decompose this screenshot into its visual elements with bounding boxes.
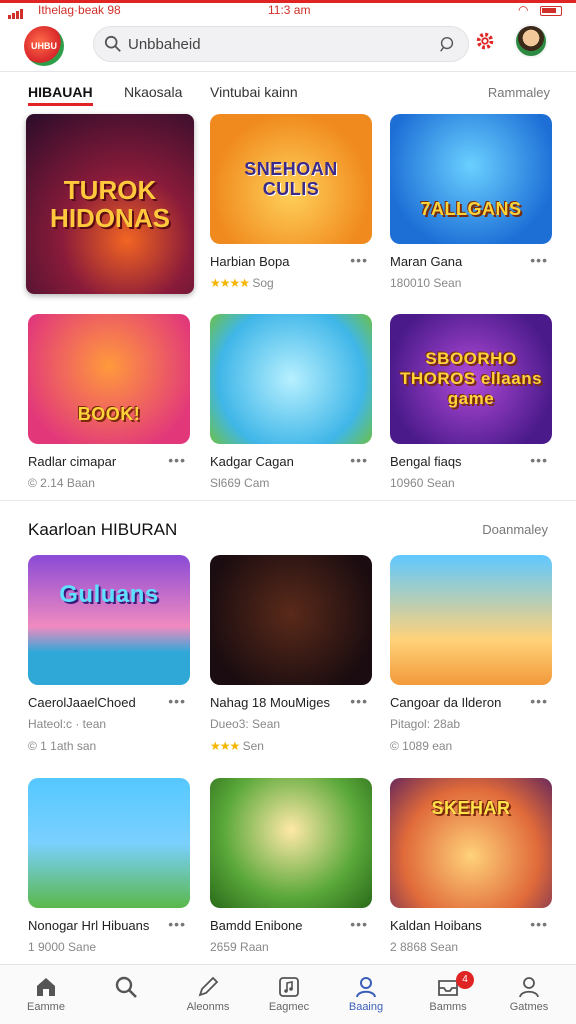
nav-eagmec[interactable]: Eagmec bbox=[249, 965, 329, 1024]
game-meta: 10960 Sean bbox=[390, 476, 455, 490]
game-subtitle: Hateol:c · tean bbox=[28, 717, 107, 731]
more-options-icon[interactable]: ••• bbox=[350, 452, 368, 468]
carrier-label: Ithelag·beak 98 bbox=[38, 3, 121, 17]
game-name: Kadgar Cagan bbox=[210, 454, 294, 469]
rating-stars-icon: ★★★★ bbox=[210, 276, 250, 290]
clock: 11:3 am bbox=[268, 3, 311, 17]
status-bar: Ithelag·beak 98 11:3 am ◠ bbox=[0, 0, 576, 19]
more-options-icon[interactable]: ••• bbox=[530, 452, 548, 468]
search-bar[interactable]: Unbbaheid bbox=[93, 26, 469, 62]
game-thumbnail[interactable] bbox=[390, 555, 552, 685]
nav-bamms[interactable]: 4 Bamms bbox=[408, 965, 488, 1024]
voice-search-icon[interactable] bbox=[438, 35, 456, 53]
notification-badge: 4 bbox=[456, 971, 474, 989]
search-input[interactable]: Unbbaheid bbox=[128, 36, 201, 53]
tab-nkaosala[interactable]: Nkaosala bbox=[124, 84, 182, 100]
game-thumbnail[interactable] bbox=[210, 555, 372, 685]
tab-hiburan[interactable]: HIBAUAH bbox=[28, 84, 93, 106]
game-card[interactable]: Bamdd Enibone ••• 2659 Raan bbox=[210, 778, 372, 954]
game-thumbnail[interactable]: SNEHOAN CULIS bbox=[210, 114, 372, 244]
more-options-icon[interactable]: ••• bbox=[168, 916, 186, 932]
more-options-icon[interactable]: ••• bbox=[350, 252, 368, 268]
game-thumbnail[interactable] bbox=[210, 314, 372, 444]
game-meta: 1 9000 Sane bbox=[28, 940, 97, 954]
game-meta: Sl669 Cam bbox=[210, 476, 270, 490]
nav-aleonms[interactable]: Aleonms bbox=[168, 965, 248, 1024]
tab-vintubai[interactable]: Vintubai kainn bbox=[210, 84, 298, 100]
game-meta: © 1 1ath san bbox=[28, 739, 97, 753]
battery-icon bbox=[540, 6, 562, 16]
section-see-all-link[interactable]: Doanmaley bbox=[482, 522, 548, 537]
nav-home[interactable]: Eamme bbox=[6, 965, 86, 1024]
wifi-icon: ◠ bbox=[518, 3, 529, 17]
game-thumbnail[interactable]: SKEHAR bbox=[390, 778, 552, 908]
user-avatar[interactable] bbox=[514, 24, 548, 58]
game-card[interactable]: Nonogar Hrl Hibuans ••• 1 9000 Sane bbox=[28, 778, 190, 954]
game-card[interactable]: Guluans CaerolJaaelChoed ••• Hateol:c · … bbox=[28, 555, 190, 753]
game-thumbnail[interactable] bbox=[210, 778, 372, 908]
game-name: Kaldan Hoibans bbox=[390, 918, 482, 933]
user-icon bbox=[356, 977, 376, 998]
game-thumbnail[interactable]: 7ALLGANS bbox=[390, 114, 552, 244]
more-options-icon[interactable]: ••• bbox=[350, 916, 368, 932]
nav-gatmes[interactable]: Gatmes bbox=[489, 965, 569, 1024]
game-thumbnail[interactable]: SBOORHO THOROS ellaans game bbox=[390, 314, 552, 444]
category-tabs: HIBAUAH Nkaosala Vintubai kainn Rammaley bbox=[0, 72, 576, 112]
game-subtitle: Pitagol: 28ab bbox=[390, 717, 461, 731]
game-card[interactable]: BOOK! Radlar cimapar ••• © 2.14 Baan bbox=[28, 314, 190, 490]
game-subtitle: Dueo3: Sean bbox=[210, 717, 281, 731]
signal-icon bbox=[8, 5, 36, 19]
game-thumbnail[interactable]: BOOK! bbox=[28, 314, 190, 444]
game-meta: ★★★★ Sog bbox=[210, 276, 274, 290]
section-title: Kaarloan HIBURAN bbox=[28, 520, 178, 539]
game-card[interactable]: SBOORHO THOROS ellaans game Bengal fiaqs… bbox=[390, 314, 552, 490]
more-options-icon[interactable]: ••• bbox=[530, 693, 548, 709]
search-icon bbox=[115, 976, 137, 998]
game-thumbnail[interactable]: Guluans bbox=[28, 555, 190, 685]
game-name: Nonogar Hrl Hibuans bbox=[28, 918, 150, 933]
more-options-icon[interactable]: ••• bbox=[168, 452, 186, 468]
game-card[interactable]: 7ALLGANS Maran Gana ••• 180010 Sean bbox=[390, 114, 552, 290]
more-options-icon[interactable]: ••• bbox=[530, 916, 548, 932]
game-thumbnail[interactable] bbox=[28, 778, 190, 908]
game-name: Harbian Bopa bbox=[210, 254, 290, 269]
more-options-icon[interactable]: ••• bbox=[168, 693, 186, 709]
game-name: Nahag 18 MouMiges bbox=[210, 695, 330, 710]
pen-icon bbox=[198, 976, 219, 997]
game-card[interactable]: Cangoar da Ilderon ••• Pitagol: 28ab © 1… bbox=[390, 555, 552, 753]
nav-baaing[interactable]: Baaing bbox=[326, 965, 406, 1024]
more-options-icon[interactable]: ••• bbox=[350, 693, 368, 709]
more-options-icon[interactable]: ••• bbox=[530, 252, 548, 268]
search-icon bbox=[104, 35, 121, 52]
game-name: Bamdd Enibone bbox=[210, 918, 303, 933]
game-card[interactable]: Kadgar Cagan ••• Sl669 Cam bbox=[210, 314, 372, 490]
game-meta: ★★★ Sen bbox=[210, 739, 264, 753]
game-name: CaerolJaaelChoed bbox=[28, 695, 136, 710]
bottom-navigation: Eamme Aleonms Eagmec Baaing 4 Bamms Gatm… bbox=[0, 964, 576, 1024]
game-name: Maran Gana bbox=[390, 254, 463, 269]
game-card[interactable]: SNEHOAN CULIS Harbian Bopa ••• ★★★★ Sog bbox=[210, 114, 372, 290]
game-meta: 2 8868 Sean bbox=[390, 940, 459, 954]
app-bar: UHBU Unbbaheid bbox=[0, 18, 576, 72]
rating-stars-icon: ★★★ bbox=[210, 739, 240, 753]
game-meta: 2659 Raan bbox=[210, 940, 269, 954]
app-logo[interactable]: UHBU bbox=[24, 26, 64, 66]
settings-gear-icon[interactable] bbox=[474, 30, 496, 52]
game-card[interactable]: Nahag 18 MouMiges ••• Dueo3: Sean ★★★ Se… bbox=[210, 555, 372, 753]
see-all-link[interactable]: Rammaley bbox=[488, 85, 550, 100]
featured-game-tile[interactable]: TUROK HIDONAS bbox=[26, 114, 194, 294]
game-name: Cangoar da Ilderon bbox=[390, 695, 502, 710]
game-card[interactable]: SKEHAR Kaldan Hoibans ••• 2 8868 Sean bbox=[390, 778, 552, 954]
nav-search[interactable] bbox=[86, 965, 166, 1024]
music-icon bbox=[279, 977, 299, 997]
game-meta: © 2.14 Baan bbox=[28, 476, 95, 490]
game-name: Bengal fiaqs bbox=[390, 454, 462, 469]
home-icon bbox=[37, 978, 55, 996]
game-meta: © 1089 ean bbox=[390, 739, 453, 753]
section-divider bbox=[0, 500, 576, 501]
game-meta: 180010 Sean bbox=[390, 276, 462, 290]
profile-icon bbox=[519, 977, 539, 998]
featured-title: TUROK HIDONAS bbox=[50, 175, 170, 233]
game-name: Radlar cimapar bbox=[28, 454, 117, 469]
